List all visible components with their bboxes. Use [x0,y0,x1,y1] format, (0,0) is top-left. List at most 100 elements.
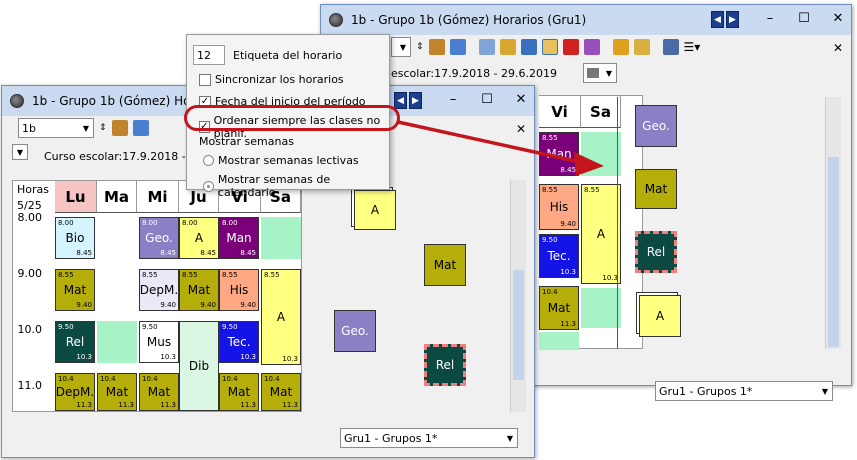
card-mat[interactable]: Mat [424,244,466,286]
time-label: 8.00 [17,211,43,224]
minimize-icon[interactable]: – [763,11,777,27]
tree-icon[interactable] [583,39,600,55]
label-number-field[interactable]: 12 [193,45,225,65]
lesson-cell[interactable]: 10.4 DepM. 11.3 [55,373,95,411]
teaching-weeks-radio[interactable] [203,155,214,166]
app-icon [10,94,24,108]
lesson-cell[interactable]: 8.00 Man 8.45 [219,217,259,259]
network-icon[interactable] [662,39,679,55]
maximize-icon[interactable]: ☐ [797,11,811,27]
back-empty-slot [539,332,579,350]
export-icon[interactable] [478,39,495,55]
teaching-weeks-label: Mostrar semanas lectivas [218,154,359,167]
back-class-combo[interactable]: ▼ [391,37,411,57]
back-card-a[interactable]: A [639,295,681,337]
back-card-mat[interactable]: Mat [635,169,677,209]
lesson-cell[interactable]: 8.55 A 10.3 [261,269,301,365]
lesson-cell[interactable]: 9.50 Tec. 10.3 [219,321,259,363]
back-empty-slot [581,288,621,328]
close-icon[interactable]: ✕ [514,92,528,108]
lock-icon[interactable] [499,39,516,55]
grid-icon[interactable] [132,120,149,136]
lesson-cell[interactable]: 8.55 Mat 9.40 [179,269,219,311]
label-text: Etiqueta del horario [233,48,343,62]
lesson-cell[interactable]: 10.4 Mat 11.3 [261,373,301,411]
lesson-cell[interactable]: 10.4 Mat 11.3 [219,373,259,411]
front-window-title: 1b - Grupo 1b (Gómez) Horari [32,94,211,108]
front-scrollbar[interactable] [510,180,526,412]
undo-icon[interactable] [520,39,537,55]
maximize-icon[interactable]: ☐ [480,92,494,108]
empty-slot [97,321,137,363]
prev-class-icon[interactable]: ◀ [394,92,407,109]
day-header-ma: Ma [97,181,137,213]
back-card-rel[interactable]: Rel [635,231,677,273]
back-lesson-cell[interactable]: 8.55 A 10.3 [581,184,621,284]
timetable-grid: Horas 5/25 Lu Ma Mi Ju Vi Sa 8.00 9.00 1… [12,180,302,412]
class-select[interactable]: Gru1 - Grupos 1* ▼ [340,428,518,448]
sync-checkbox[interactable] [199,73,211,86]
people-icon[interactable] [428,39,445,55]
back-lesson-cell[interactable]: 10.4 Mat 11.3 [539,286,579,330]
empty-slot [261,217,301,259]
spin-icon[interactable]: ⇕ [99,123,107,133]
chevron-down-icon: ▼ [82,123,90,133]
time-label: 11.0 [17,379,43,392]
back-empty-slot [581,132,621,176]
chevron-down-icon: ▼ [821,386,829,396]
back-window-titlebar[interactable]: 1b - Grupo 1b (Gómez) Horarios (Gru1) ◀ … [321,5,851,35]
lesson-cell[interactable]: 10.4 Mat 11.3 [97,373,137,411]
front-window-close-x[interactable]: ✕ [516,122,526,136]
back-scroll-thumb[interactable] [828,157,839,347]
back-card-geo[interactable]: Geo. [635,105,677,147]
grid-icon[interactable] [449,39,466,55]
next-class-icon[interactable]: ▶ [726,11,739,28]
lesson-cell[interactable]: 8.55 DepM. 9.40 [139,269,179,311]
back-scrollbar[interactable] [825,97,841,349]
collapse-toggle[interactable]: ▼ [12,144,28,160]
back-day-header: Sa [581,96,621,128]
calendar-weeks-label: Mostrar semanas de calendario [217,173,331,199]
settings-icon[interactable] [612,39,629,55]
back-view-combo[interactable]: ▼ [583,63,617,83]
lesson-cell[interactable]: 9.50 Rel 10.3 [55,321,95,363]
front-scroll-thumb[interactable] [513,270,524,380]
list-menu-icon[interactable]: ☰▾ [684,40,701,54]
card-geo[interactable]: Geo. [334,310,376,352]
class-combo[interactable]: 1b ▼ [18,118,94,138]
app-icon [329,13,343,27]
back-lesson-cell[interactable]: 8.55 Man 8.45 [539,132,579,176]
lesson-cell[interactable]: 9.50 Mus 10.3 [139,321,179,363]
lesson-cell[interactable]: 10.4 Mat 11.3 [139,373,179,411]
chevron-down-icon: ▼ [506,433,514,443]
prev-class-icon[interactable]: ◀ [711,11,724,28]
lesson-cell[interactable]: 8.00 Geo. 8.45 [139,217,179,259]
back-divider [617,97,618,349]
next-class-icon[interactable]: ▶ [409,92,422,109]
lesson-cell[interactable]: 8.00 Bio 8.45 [55,217,95,259]
back-timetable-grid: Vi Sa 8.55 Man 8.45 8.55 His 9.40 8.55 A 10.3 … [539,95,643,350]
lesson-cell[interactable]: 8.55 His 9.40 [219,269,259,311]
back-window-close-x[interactable]: ✕ [833,41,843,55]
check-icon[interactable] [541,39,558,55]
hours-label: Horas [17,183,49,196]
calendar-weeks-radio[interactable] [203,180,214,192]
pin-icon[interactable] [562,39,579,55]
spin-icon[interactable]: ⇕ [416,42,424,52]
lesson-cell[interactable]: 8.55 Mat 9.40 [55,269,95,311]
highlight-ellipse [184,105,400,131]
people-icon[interactable] [111,120,128,136]
chevron-down-icon: ▼ [605,68,613,78]
lesson-cell[interactable]: 8.00 A 8.45 [179,217,219,259]
back-lesson-cell[interactable]: 8.55 His 9.40 [539,184,579,230]
sync-label: Sincronizar los horarios [215,73,344,86]
minimize-icon[interactable]: – [446,92,460,108]
card-rel[interactable]: Rel [424,344,466,386]
gear-icon[interactable] [633,39,650,55]
back-class-select[interactable]: Gru1 - Grupos 1* ▼ [655,381,833,401]
back-toolbar: ▼ ⇕ ☰▾ [321,35,851,59]
lesson-cell[interactable]: Dib [179,321,219,411]
back-lesson-cell[interactable]: 9.50 Tec. 10.3 [539,234,579,278]
time-label: 9.00 [17,267,43,280]
close-icon[interactable]: ✕ [831,11,845,27]
